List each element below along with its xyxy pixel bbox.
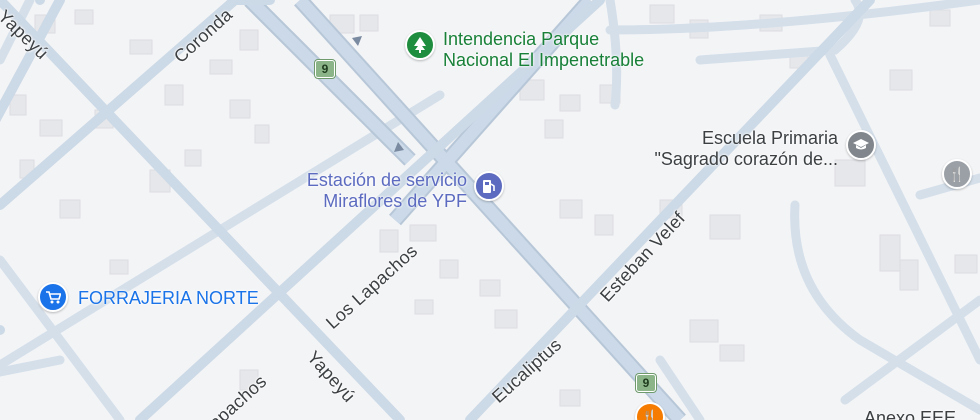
route-9-shield-top: 9: [315, 60, 335, 78]
school-label-line1: Escuela Primaria: [701, 128, 838, 148]
gas-station-label[interactable]: Estación de servicio Miraflores de YPF: [272, 170, 467, 212]
graduation-cap-icon: [853, 139, 869, 150]
park-label-line1: Intendencia Parque: [443, 29, 600, 49]
school-label-line2: "Sagrado corazón de...: [654, 149, 838, 169]
restaurant-marker-right[interactable]: 🍴: [942, 159, 972, 189]
fork-knife-icon: 🍴: [641, 409, 659, 420]
school-marker[interactable]: [846, 130, 876, 160]
gas-station-marker[interactable]: [474, 171, 504, 201]
fork-knife-icon: 🍴: [948, 166, 966, 182]
map-canvas[interactable]: Yapeyú Coronda Los Lapachos apachos Yape…: [0, 0, 980, 420]
tree-icon: [414, 37, 426, 53]
gas-label-line2: Miraflores de YPF: [323, 191, 467, 211]
park-marker[interactable]: [405, 30, 435, 60]
park-label[interactable]: Intendencia Parque Nacional El Impenetra…: [443, 29, 644, 71]
gas-pump-icon: [483, 179, 495, 193]
shop-label[interactable]: FORRAJERIA NORTE: [78, 288, 259, 309]
shop-marker[interactable]: [38, 282, 68, 312]
shopping-cart-icon: [45, 290, 61, 303]
gas-label-line1: Estación de servicio: [306, 170, 467, 190]
route-9-shield-bottom: 9: [636, 374, 656, 392]
annex-label[interactable]: Anexo EEE: [864, 408, 956, 420]
park-label-line2: Nacional El Impenetrable: [443, 50, 645, 70]
school-label[interactable]: Escuela Primaria "Sagrado corazón de...: [610, 128, 838, 170]
